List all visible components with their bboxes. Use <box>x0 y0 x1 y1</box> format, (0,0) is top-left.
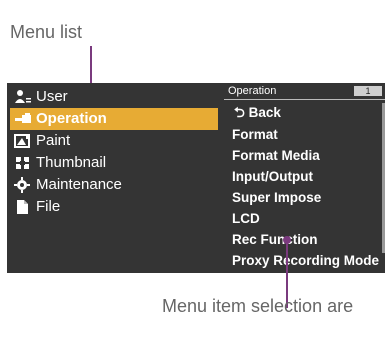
gear-icon <box>14 177 32 193</box>
back-item[interactable]: ⮌ Back <box>234 102 281 123</box>
menu-item-user[interactable]: User <box>10 86 218 108</box>
panel-title: Operation <box>228 85 277 97</box>
paint-icon <box>14 133 32 149</box>
submenu-item-super-impose[interactable]: Super Impose <box>232 187 321 208</box>
menu-item-label: Thumbnail <box>36 154 107 171</box>
menu-item-label: User <box>36 88 68 105</box>
panel-header: Operation 1 <box>224 83 385 100</box>
page-indicator: 1 <box>354 86 382 96</box>
submenu-item-input-output[interactable]: Input/Output <box>232 166 313 187</box>
submenu-item-proxy-recording-mode[interactable]: Proxy Recording Mode <box>232 250 379 271</box>
menu-item-label: Operation <box>36 110 107 127</box>
menu-item-area-callout-label: Menu item selection are <box>162 296 354 316</box>
menu-item-paint[interactable]: Paint <box>10 130 218 152</box>
menu-item-operation[interactable]: Operation <box>10 108 218 130</box>
submenu-item-format[interactable]: Format <box>232 124 278 145</box>
menu-item-file[interactable]: File <box>10 196 218 218</box>
menu-list: User Operation Paint Thumbnail Maintenan… <box>7 83 221 273</box>
file-icon <box>14 199 32 215</box>
thumbnail-icon <box>14 155 32 171</box>
back-arrow-icon: ⮌ <box>234 105 245 120</box>
menu-item-label: Paint <box>36 132 71 149</box>
menu-item-thumbnail[interactable]: Thumbnail <box>10 152 218 174</box>
submenu-item-lcd[interactable]: LCD <box>232 208 260 229</box>
menu-item-selection-area: Operation 1 ⮌ Back Format Format Media I… <box>224 83 385 273</box>
operation-icon <box>14 111 32 127</box>
user-icon <box>14 89 32 105</box>
back-label: Back <box>248 105 281 120</box>
camera-menu-screen: User Operation Paint Thumbnail Maintenan… <box>7 83 385 273</box>
menu-item-label: Maintenance <box>36 176 122 193</box>
submenu-item-rec-function[interactable]: Rec Function <box>232 229 318 250</box>
menu-item-maintenance[interactable]: Maintenance <box>10 174 218 196</box>
menu-item-label: File <box>36 198 61 215</box>
menu-list-callout-label: Menu list <box>10 22 83 42</box>
submenu-item-format-media[interactable]: Format Media <box>232 145 320 166</box>
